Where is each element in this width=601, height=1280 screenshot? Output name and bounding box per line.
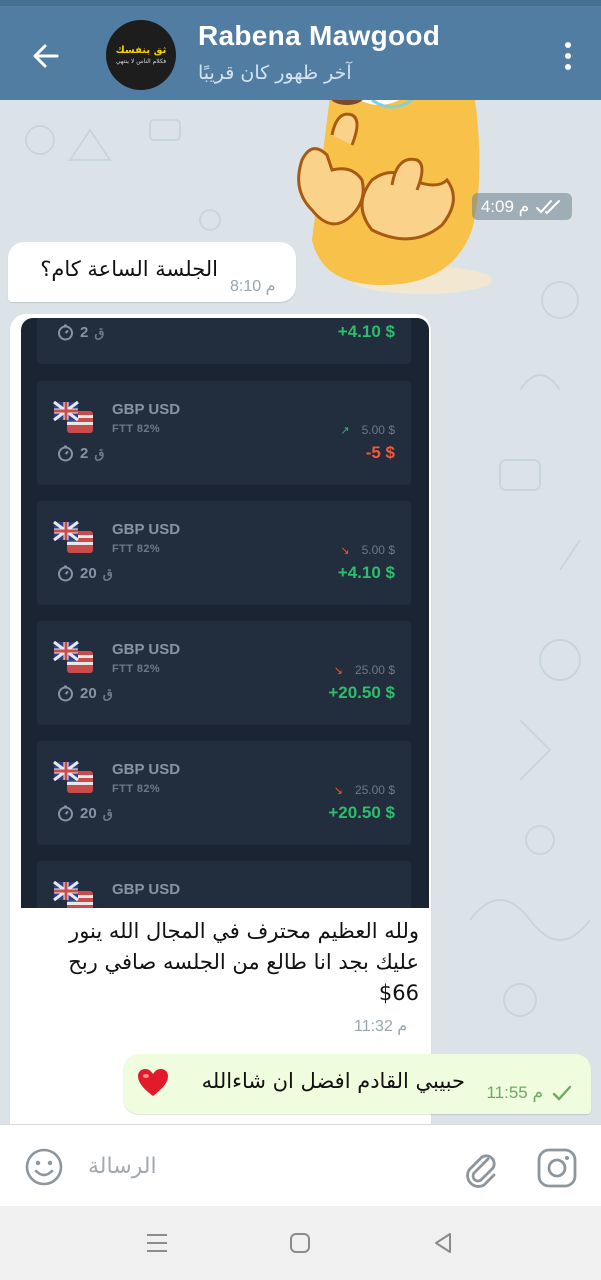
trade-card: +4.10 $ 2 ق (37, 318, 411, 364)
avatar-text-1: ثق بنفسك (115, 45, 167, 56)
trade-result: +4.10 $ (337, 563, 395, 582)
trade-result: +20.50 $ (328, 683, 395, 702)
message-time: 8:10 م (230, 278, 276, 295)
gbp-usd-flag-icon (53, 401, 93, 433)
stake-amount: ↗ 5.00 $ (340, 423, 395, 437)
stake-amount: ↘ 25.00 $ (334, 783, 395, 797)
timer-icon (58, 445, 73, 462)
timer-icon (58, 324, 73, 341)
trading-screenshot-image[interactable]: +4.10 $2 ق GBP USD FTT 82% ↗ 5.00 $ -5 $2 ق GBP … (21, 318, 429, 908)
arrow-down-right-icon: ↘ (333, 665, 343, 677)
trade-card: GBP USD FTT 82% ↘ 25.00 $ +20.50 $ 20 ق (37, 621, 411, 725)
gbp-usd-flag-icon (53, 641, 93, 673)
message-time: 11:32 م (354, 1018, 408, 1035)
trade-result: +20.50 $ (328, 803, 395, 822)
arrow-left-icon (33, 44, 59, 68)
system-navigation-bar (0, 1206, 601, 1280)
currency-pair: GBP USD (112, 761, 181, 778)
recents-lines-icon (147, 1234, 167, 1252)
single-check-icon (552, 1085, 572, 1101)
stake-text: 5.00 $ (361, 543, 395, 557)
stake-amount: ↘ 5.00 $ (340, 543, 395, 557)
trade-card: GBP USD FTT 82% ↘ 25.00 $ +20.50 $ 20 ق (37, 741, 411, 845)
trade-duration: 20 ق (57, 805, 113, 822)
ftt-percent: FTT 82% (112, 783, 161, 795)
trade-duration: 20 ق (57, 565, 113, 582)
ftt-percent: FTT 82% (112, 423, 161, 435)
more-options-button[interactable] (561, 38, 575, 74)
trade-card: GBP USD FTT 82% ↗ 5.00 $ -5 $ 2 ق (37, 381, 411, 485)
arrow-down-right-icon: ↘ (340, 545, 350, 557)
outgoing-message-reply[interactable]: حبيبي القادم افضل ان شاءالله 11:55 م (123, 1054, 591, 1114)
stake-text: 5.00 $ (361, 423, 395, 437)
trade-result: -5 $ (365, 443, 395, 462)
gbp-usd-flag-icon (53, 521, 93, 553)
ftt-percent: FTT 82% (112, 543, 161, 555)
contact-avatar[interactable]: ثق بنفسك فكلام الناس لا ينتهي (106, 20, 176, 90)
currency-pair: GBP USD (112, 641, 181, 658)
chat-header: ثق بنفسك فكلام الناس لا ينتهي Rabena Maw… (0, 0, 601, 100)
duration-value: 2 (80, 445, 89, 462)
trade-duration: 2ق (57, 445, 104, 462)
message-time: 11:55 م (486, 1083, 543, 1102)
message-text: حبيبي القادم افضل ان شاءالله (201, 1069, 465, 1093)
timer-icon (58, 685, 73, 702)
stake-text: 25.00 $ (354, 783, 395, 797)
emoji-smile-icon[interactable] (24, 1147, 64, 1187)
message-text: الجلسة الساعة كام؟ (40, 257, 218, 281)
back-button[interactable] (24, 34, 68, 78)
sticker-time-text: 4:09 م (480, 196, 530, 216)
avatar-text-2: فكلام الناس لا ينتهي (115, 58, 167, 65)
more-vertical-icon (565, 42, 571, 48)
stake-text: 25.00 $ (354, 663, 395, 677)
arrow-up-right-icon: ↗ (340, 425, 350, 437)
trade-duration: 20 ق (57, 685, 113, 702)
incoming-message-question[interactable]: الجلسة الساعة كام؟ 8:10 م (8, 242, 296, 302)
red-heart-icon (138, 1069, 168, 1096)
gbp-usd-flag-icon (53, 881, 93, 908)
home-button[interactable] (285, 1228, 315, 1258)
duration-unit: ق (102, 685, 113, 701)
paperclip-icon[interactable] (458, 1145, 502, 1189)
duration-unit: ق (94, 324, 105, 340)
back-triangle-icon (435, 1233, 451, 1253)
currency-pair: GBP USD (112, 521, 181, 538)
incoming-message-screenshot[interactable]: +4.10 $2 ق GBP USD FTT 82% ↗ 5.00 $ -5 $2 ق GBP … (10, 314, 431, 1124)
recents-button[interactable] (142, 1228, 172, 1258)
ftt-percent: FTT 82% (112, 663, 161, 675)
gbp-usd-flag-icon (53, 761, 93, 793)
message-list[interactable]: 4:09 م الجلسة الساعة كام؟ 8:10 م +4.10 $… (0, 100, 601, 1124)
trade-card: GBP USD (37, 861, 411, 908)
camera-icon[interactable] (536, 1147, 578, 1189)
duration-unit: ق (102, 805, 113, 821)
duration-value: 20 (80, 565, 97, 582)
message-input[interactable] (88, 1145, 438, 1187)
trade-result: +4.10 $ (337, 322, 395, 341)
thumbs-up-sticker[interactable] (272, 100, 502, 300)
currency-pair: GBP USD (112, 881, 181, 898)
duration-unit: ق (94, 445, 105, 461)
timer-icon (58, 565, 73, 582)
currency-pair: GBP USD (112, 401, 181, 418)
message-composer (0, 1124, 601, 1206)
trade-duration: 2ق (57, 324, 104, 341)
arrow-down-right-icon: ↘ (333, 785, 343, 797)
home-square-icon (290, 1233, 310, 1253)
last-seen-status: آخر ظهور كان قريبًا (198, 62, 352, 84)
duration-value: 2 (80, 324, 89, 341)
timer-icon (58, 805, 73, 822)
duration-unit: ق (102, 565, 113, 581)
contact-name[interactable]: Rabena Mawgood (198, 20, 440, 52)
message-caption: ولله العظيم محترف في المجال الله ينور عل… (68, 919, 419, 1005)
double-check-icon (536, 199, 561, 214)
trade-card: GBP USD FTT 82% ↘ 5.00 $ +4.10 $ 20 ق (37, 501, 411, 605)
stake-amount: ↘ 25.00 $ (334, 663, 395, 677)
sticker-timestamp: 4:09 م (472, 193, 572, 220)
duration-value: 20 (80, 685, 97, 702)
system-back-button[interactable] (428, 1228, 458, 1258)
duration-value: 20 (80, 805, 97, 822)
